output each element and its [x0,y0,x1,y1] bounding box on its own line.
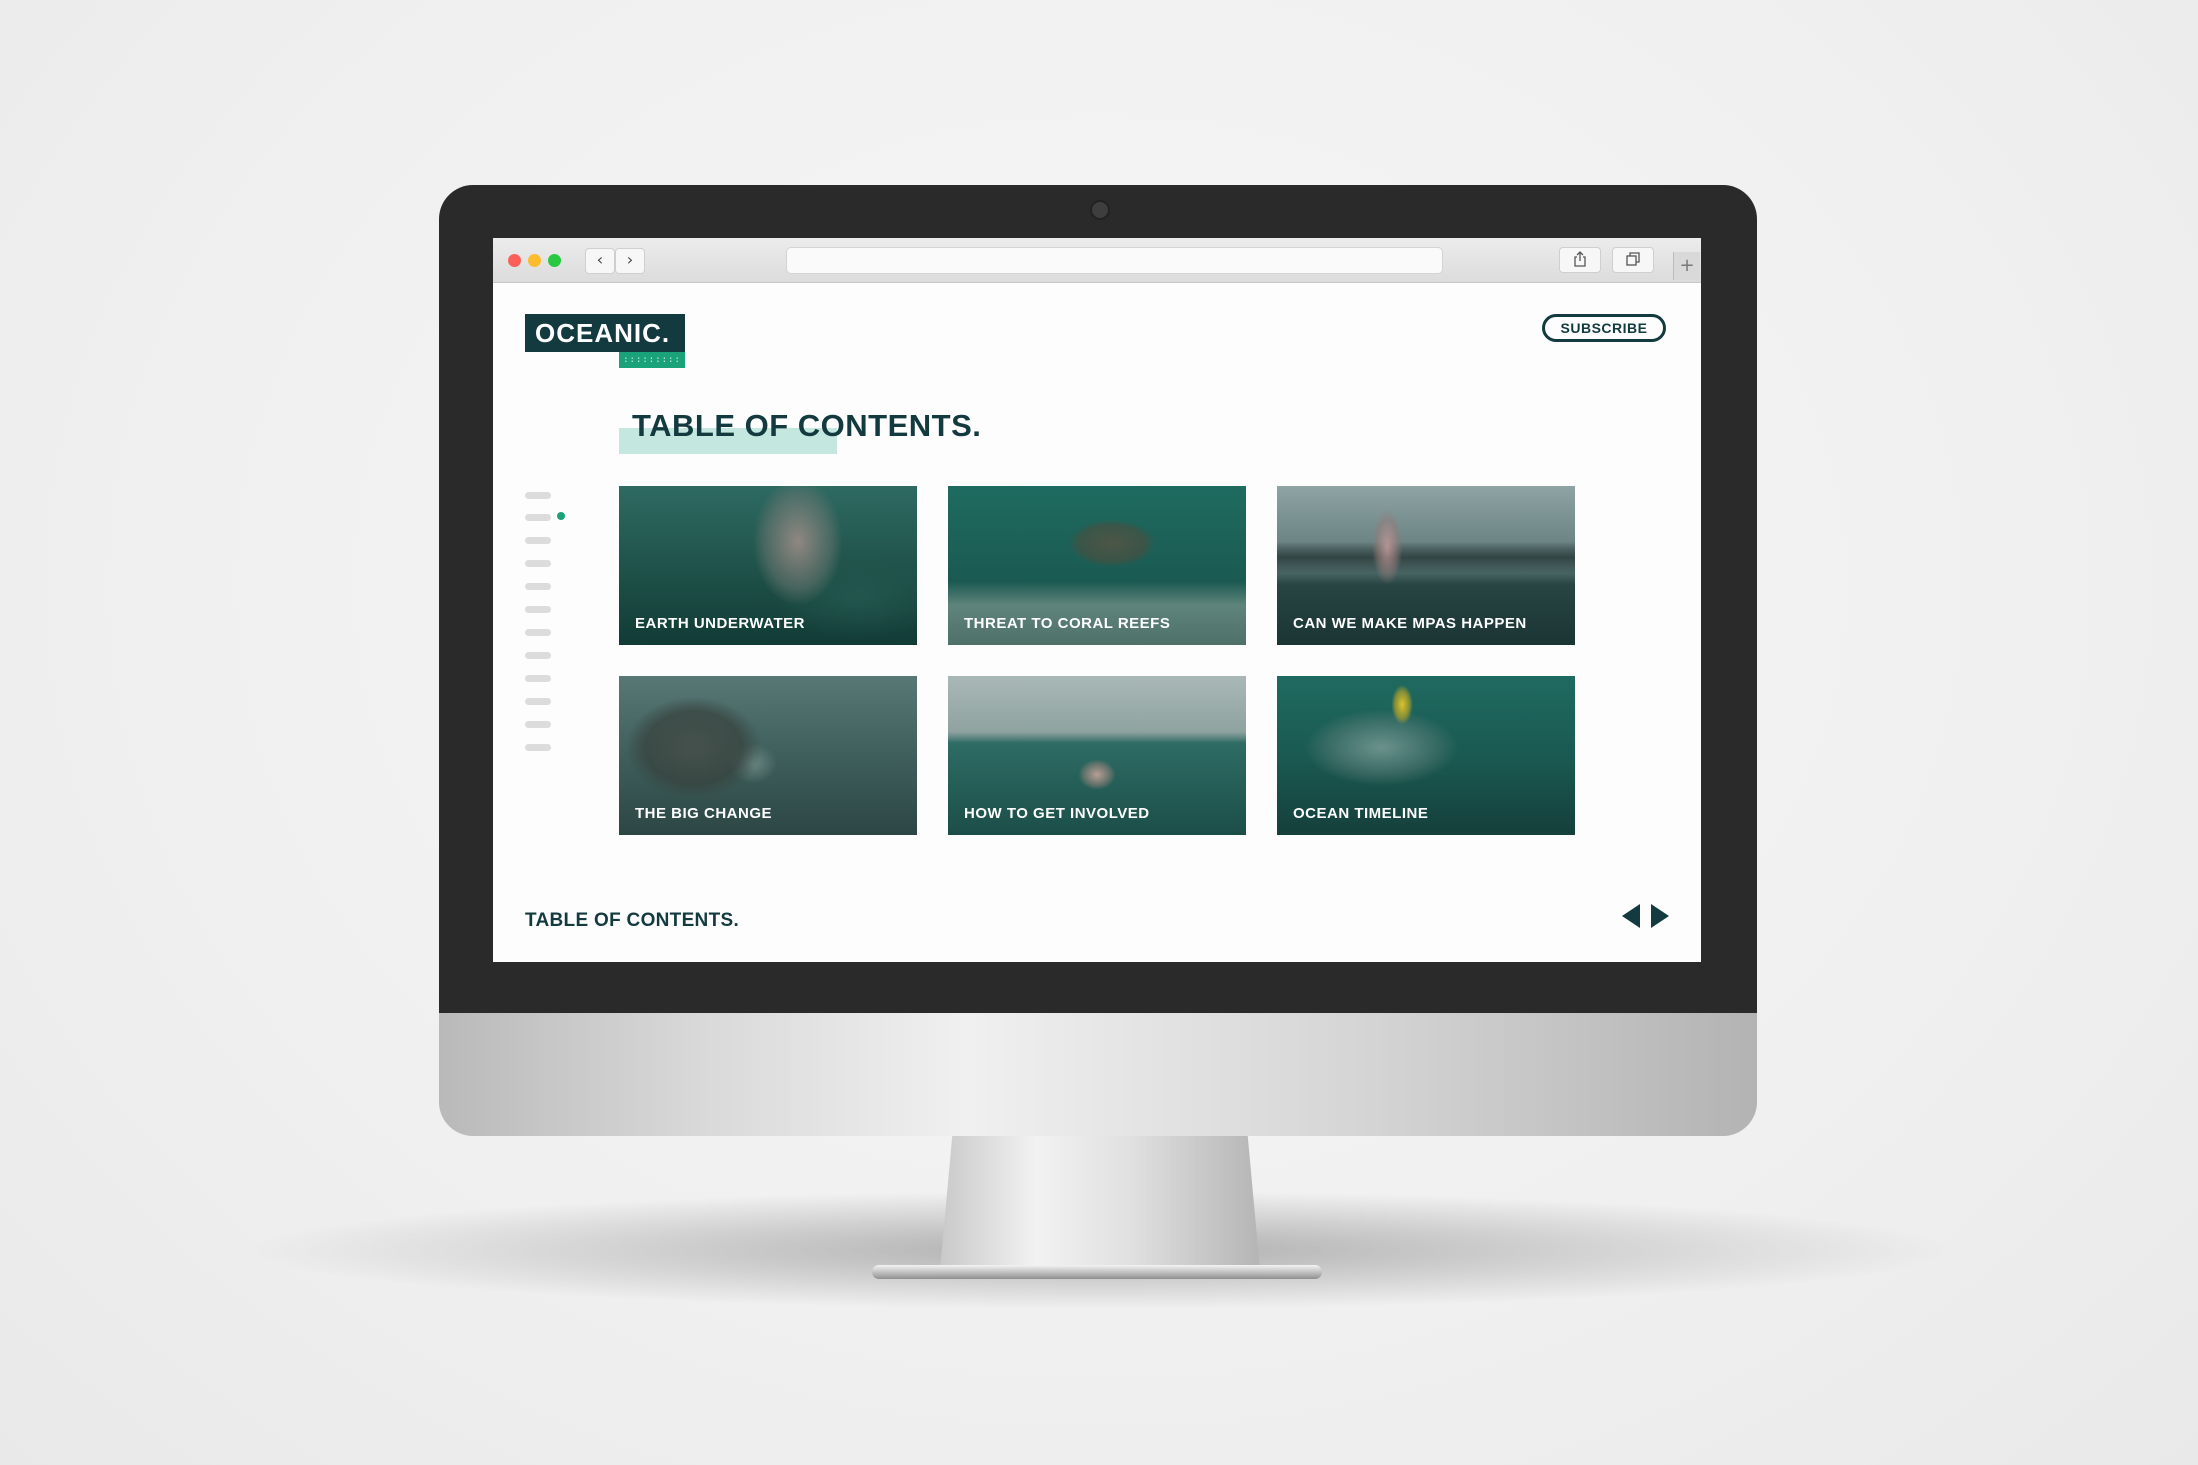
tabs-overview-icon [1626,252,1640,266]
toc-card-ocean-timeline[interactable]: OCEAN TIMELINE [1277,676,1575,835]
section-nav-item[interactable] [525,583,551,590]
back-button[interactable]: ‹ [585,248,615,274]
section-nav-item[interactable] [525,537,551,544]
section-nav-item[interactable] [525,629,551,636]
webcam [1090,200,1110,220]
monitor-stand-foot [872,1265,1322,1279]
section-nav-item-active[interactable] [525,514,551,521]
zoom-window-button[interactable] [548,254,561,267]
logo-dots-accent: ::::::::: [619,352,685,368]
toc-card-threat-to-coral-reefs[interactable]: THREAT TO CORAL REEFS [948,486,1246,645]
browser-screen: ‹ › + OCEANIC. ::::::::: SUBSCRIBE TABLE… [493,238,1701,962]
page-title: TABLE OF CONTENTS. [632,408,982,443]
share-icon [1574,251,1586,267]
section-nav-item[interactable] [525,698,551,705]
card-label: THE BIG CHANGE [635,805,773,822]
new-tab-button[interactable]: + [1673,252,1700,280]
section-nav-item[interactable] [525,492,551,499]
triangle-right-icon[interactable] [1651,904,1669,928]
address-bar[interactable] [786,247,1443,274]
monitor-chin [439,1013,1757,1136]
section-nav-item[interactable] [525,721,551,728]
card-label: OCEAN TIMELINE [1293,805,1429,822]
section-nav-item[interactable] [525,675,551,682]
active-indicator-dot [557,512,565,520]
section-nav-item[interactable] [525,606,551,613]
toc-card-earth-underwater[interactable]: EARTH UNDERWATER [619,486,917,645]
logo-text: OCEANIC. [535,318,671,348]
monitor-stand [940,1130,1260,1270]
toc-card-how-to-get-involved[interactable]: HOW TO GET INVOLVED [948,676,1246,835]
card-label: EARTH UNDERWATER [635,615,805,632]
section-nav-item[interactable] [525,744,551,751]
forward-button[interactable]: › [615,248,645,274]
chevron-right-icon: › [626,250,634,269]
toc-card-the-big-change[interactable]: THE BIG CHANGE [619,676,917,835]
minimize-window-button[interactable] [528,254,541,267]
oceanic-logo[interactable]: OCEANIC. [525,314,685,352]
subscribe-button[interactable]: SUBSCRIBE [1542,314,1666,342]
card-label: THREAT TO CORAL REEFS [964,615,1171,632]
chevron-left-icon: ‹ [596,250,604,269]
section-nav-item[interactable] [525,560,551,567]
toc-card-can-we-make-mpas-happen[interactable]: CAN WE MAKE MPAS HAPPEN [1277,486,1575,645]
close-window-button[interactable] [508,254,521,267]
card-label: HOW TO GET INVOLVED [964,805,1150,822]
card-label: CAN WE MAKE MPAS HAPPEN [1293,615,1527,632]
tabs-overview-button[interactable] [1612,247,1654,273]
browser-toolbar: ‹ › + [493,238,1701,283]
section-nav-item[interactable] [525,652,551,659]
triangle-left-icon[interactable] [1622,904,1640,928]
footer-title: TABLE OF CONTENTS. [525,910,740,931]
share-button[interactable] [1559,247,1601,273]
